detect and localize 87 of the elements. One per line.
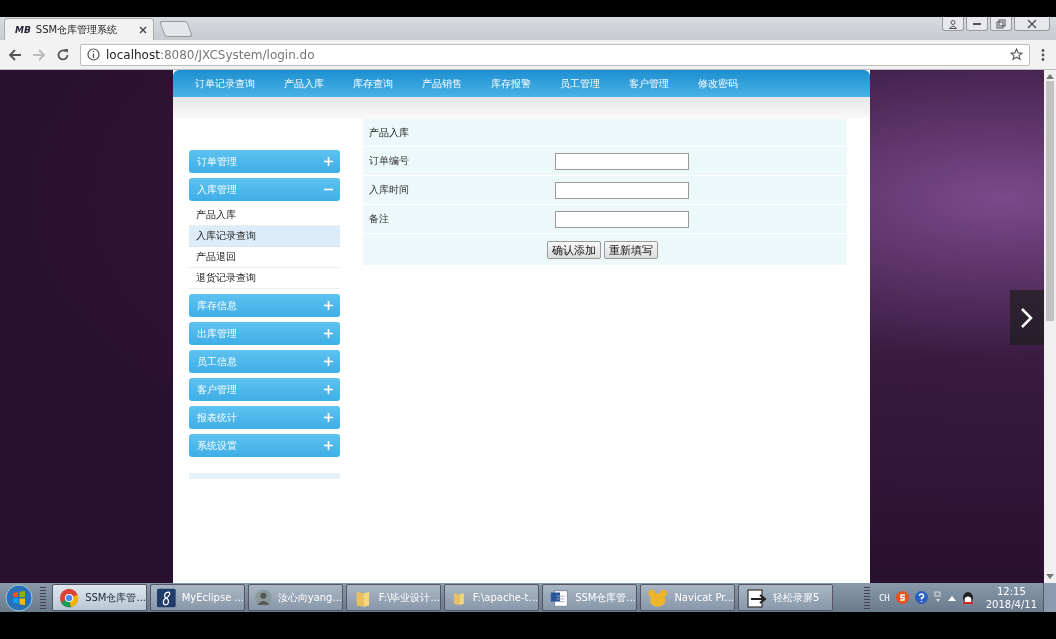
- sidebar-header[interactable]: 订单管理: [189, 150, 340, 173]
- sidebar-item[interactable]: 入库记录查询: [189, 226, 340, 247]
- scroll-up-icon[interactable]: [1046, 73, 1054, 79]
- scroll-down-icon[interactable]: [1046, 574, 1054, 580]
- nav-link[interactable]: 修改密码: [698, 76, 738, 91]
- taskbar-label: SSM仓库管...: [85, 590, 146, 605]
- taskbar-button[interactable]: MyEclipse ...: [150, 584, 245, 611]
- next-arrow-button[interactable]: [1010, 290, 1044, 345]
- taskbar-label: F:\毕业设计...: [378, 590, 440, 605]
- person-icon: [948, 18, 958, 29]
- info-icon: [87, 48, 100, 61]
- sidebar-header[interactable]: 出库管理: [189, 322, 340, 345]
- show-desktop-button[interactable]: [1043, 583, 1056, 612]
- clock-time: 12:15: [996, 584, 1026, 598]
- taskbar-button[interactable]: F:\apache-t...: [444, 584, 539, 611]
- browser-tab[interactable]: MB SSM仓库管理系统: [4, 18, 154, 40]
- taskbar-button[interactable]: SSM仓库管...: [52, 584, 147, 611]
- taskbar-button[interactable]: 轻松录屏5: [738, 584, 833, 611]
- field-label: 入库时间: [368, 183, 410, 197]
- nav-link[interactable]: 产品销售: [422, 76, 462, 91]
- sidebar-item[interactable]: 产品退回: [189, 247, 340, 268]
- plus-icon: [324, 413, 333, 422]
- taskbar-label: MyEclipse ...: [181, 592, 244, 603]
- chrome-icon: [59, 586, 80, 609]
- close-icon: [1027, 18, 1037, 29]
- taskbar-label: 汝心向yang...: [277, 590, 342, 605]
- caret-up-icon[interactable]: [947, 594, 956, 601]
- close-icon[interactable]: [139, 25, 147, 34]
- input-field[interactable]: [555, 181, 689, 199]
- plus-icon: [324, 301, 333, 310]
- sidebar-header[interactable]: 客户管理: [189, 378, 340, 401]
- language-indicator[interactable]: CH: [878, 592, 890, 603]
- close-button[interactable]: [1014, 17, 1050, 31]
- plus-icon: [324, 157, 333, 166]
- taskbar-button[interactable]: F:\毕业设计...: [346, 584, 441, 611]
- field-label: 订单编号: [368, 154, 410, 168]
- sidebar-header[interactable]: 系统设置: [189, 434, 340, 457]
- nav-link[interactable]: 产品入库: [284, 76, 324, 91]
- penguin-icon[interactable]: [961, 590, 974, 605]
- nav-link[interactable]: 员工管理: [560, 76, 600, 91]
- help-icon[interactable]: [914, 591, 928, 604]
- plus-icon: [324, 357, 333, 366]
- restore-icon: [996, 18, 1006, 29]
- nav-link[interactable]: 库存查询: [353, 76, 393, 91]
- start-button[interactable]: [5, 583, 33, 612]
- nav-link[interactable]: 库存报警: [491, 76, 531, 91]
- input-method-icon[interactable]: [895, 591, 909, 604]
- new-tab-button[interactable]: [159, 21, 193, 37]
- sidebar-header[interactable]: 入库管理: [189, 178, 340, 201]
- taskbar-button[interactable]: Navicat Pr...: [640, 584, 735, 611]
- taskbar-label: SSM仓库管...: [575, 590, 636, 605]
- clock[interactable]: 12:15 2018/4/11: [985, 584, 1037, 611]
- taskbar-button[interactable]: 汝心向yang...: [248, 584, 343, 611]
- chevron-right-icon: [1020, 306, 1034, 329]
- plus-icon: [324, 441, 333, 450]
- reload-icon[interactable]: [56, 47, 70, 62]
- field-label: 备注: [368, 212, 390, 226]
- nav-link[interactable]: 订单记录查询: [195, 76, 255, 91]
- sidebar-header[interactable]: 员工信息: [189, 350, 340, 373]
- taskbar-label: 轻松录屏5: [773, 590, 820, 605]
- back-icon[interactable]: [8, 47, 22, 62]
- taskbar-label: F:\apache-t...: [472, 592, 538, 603]
- input-field[interactable]: [555, 152, 689, 170]
- form-button[interactable]: 重新填写: [603, 241, 658, 259]
- star-icon[interactable]: [1010, 48, 1023, 61]
- tab-title: SSM仓库管理系统: [35, 22, 119, 37]
- taskbar-label: Navicat Pr...: [674, 592, 734, 603]
- sidebar-item[interactable]: 退货记录查询: [189, 268, 340, 289]
- address-bar[interactable]: localhost:8080/JXCSystem/login.do: [80, 43, 1030, 66]
- minimize-button[interactable]: [966, 17, 988, 31]
- user-button[interactable]: [942, 17, 964, 31]
- plus-icon: [324, 329, 333, 338]
- restore-button[interactable]: [990, 17, 1012, 31]
- taskbar-button[interactable]: SSM仓库管...: [542, 584, 637, 611]
- nav-link[interactable]: 客户管理: [629, 76, 669, 91]
- form-title: 产品入库: [363, 119, 847, 147]
- clock-date: 2018/4/11: [985, 597, 1037, 611]
- form-button[interactable]: 确认添加: [546, 241, 601, 259]
- tab-favicon: MB: [15, 24, 31, 35]
- menu-icon[interactable]: [1040, 47, 1046, 62]
- sidebar-header[interactable]: 库存信息: [189, 294, 340, 317]
- minimize-icon: [973, 22, 981, 25]
- url-text: localhost:8080/JXCSystem/login.do: [106, 47, 316, 62]
- input-field[interactable]: [555, 210, 689, 228]
- plus-icon: [324, 385, 333, 394]
- sidebar-header[interactable]: 报表统计: [189, 406, 340, 429]
- scrollbar[interactable]: [1044, 70, 1056, 583]
